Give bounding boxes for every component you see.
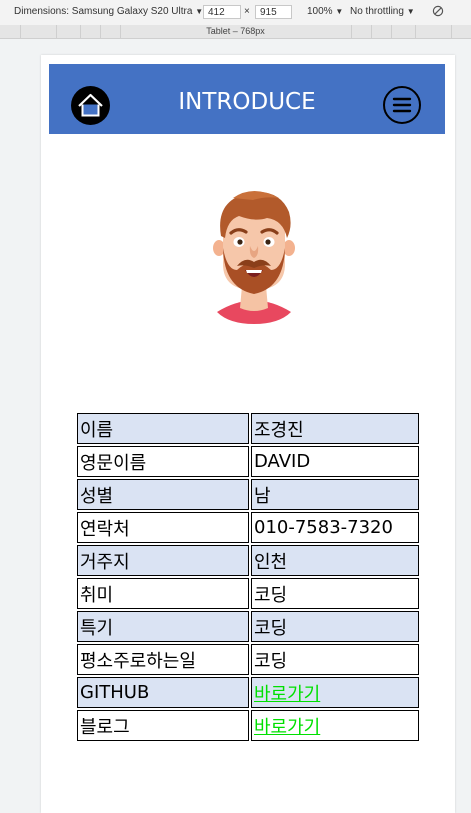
row-value: 코딩 [251, 611, 419, 642]
row-value: 남 [251, 479, 419, 510]
table-row: 이름 조경진 [77, 413, 419, 444]
profile-table: 이름 조경진 영문이름 DAVID 성별 남 연락처 010-7583-7320… [75, 411, 421, 743]
page-viewport: INTRODUCE 이름 조경진 영문이름 DAVID 성별 남 연락처 010… [41, 55, 455, 813]
row-label: 블로그 [77, 710, 249, 741]
row-label: 취미 [77, 578, 249, 609]
table-row: 특기 코딩 [77, 611, 419, 642]
chevron-down-icon: ▼ [406, 7, 415, 16]
row-value: 코딩 [251, 578, 419, 609]
table-row: 영문이름 DAVID [77, 446, 419, 477]
row-value: DAVID [251, 446, 419, 477]
row-value: 인천 [251, 545, 419, 576]
blog-link[interactable]: 바로가기 [254, 717, 320, 738]
row-value: 바로가기 [251, 710, 419, 741]
device-dimensions-select[interactable]: Dimensions: Samsung Galaxy S20 Ultra ▼ [14, 6, 203, 17]
row-label: 이름 [77, 413, 249, 444]
chevron-down-icon: ▼ [195, 7, 204, 16]
devtools-device-toolbar: Dimensions: Samsung Galaxy S20 Ultra ▼ 4… [0, 0, 471, 26]
row-label: 영문이름 [77, 446, 249, 477]
row-label: 거주지 [77, 545, 249, 576]
row-label: 연락처 [77, 512, 249, 543]
zoom-label: 100% [307, 6, 333, 17]
page-header: INTRODUCE [49, 64, 445, 134]
table-row: GITHUB 바로가기 [77, 677, 419, 708]
table-row: 평소주로하는일 코딩 [77, 644, 419, 675]
row-label: 평소주로하는일 [77, 644, 249, 675]
throttling-select[interactable]: No throttling ▼ [350, 6, 415, 17]
avatar-illustration [213, 191, 295, 324]
home-button[interactable] [71, 86, 110, 125]
row-label: GITHUB [77, 677, 249, 708]
row-value: 코딩 [251, 644, 419, 675]
table-row: 블로그 바로가기 [77, 710, 419, 741]
throttling-label: No throttling [350, 6, 404, 17]
table-row: 취미 코딩 [77, 578, 419, 609]
chevron-down-icon: ▼ [335, 7, 344, 16]
table-row: 거주지 인천 [77, 545, 419, 576]
ruler-label: Tablet – 768px [206, 26, 265, 36]
github-link[interactable]: 바로가기 [254, 684, 320, 705]
row-label: 특기 [77, 611, 249, 642]
menu-button[interactable] [383, 86, 421, 124]
height-input[interactable]: 915 [255, 5, 292, 19]
row-value: 바로가기 [251, 677, 419, 708]
row-value: 조경진 [251, 413, 419, 444]
home-icon [78, 93, 103, 117]
width-input[interactable]: 412 [203, 5, 241, 19]
device-dimensions-label: Dimensions: Samsung Galaxy S20 Ultra [14, 6, 193, 17]
dimension-separator: × [244, 6, 250, 17]
zoom-select[interactable]: 100% ▼ [307, 6, 343, 17]
rotate-icon[interactable] [432, 5, 444, 20]
table-row: 성별 남 [77, 479, 419, 510]
hamburger-menu-icon [392, 97, 412, 113]
row-value: 010-7583-7320 [251, 512, 419, 543]
media-query-ruler[interactable]: Tablet – 768px [0, 25, 471, 39]
table-row: 연락처 010-7583-7320 [77, 512, 419, 543]
row-label: 성별 [77, 479, 249, 510]
